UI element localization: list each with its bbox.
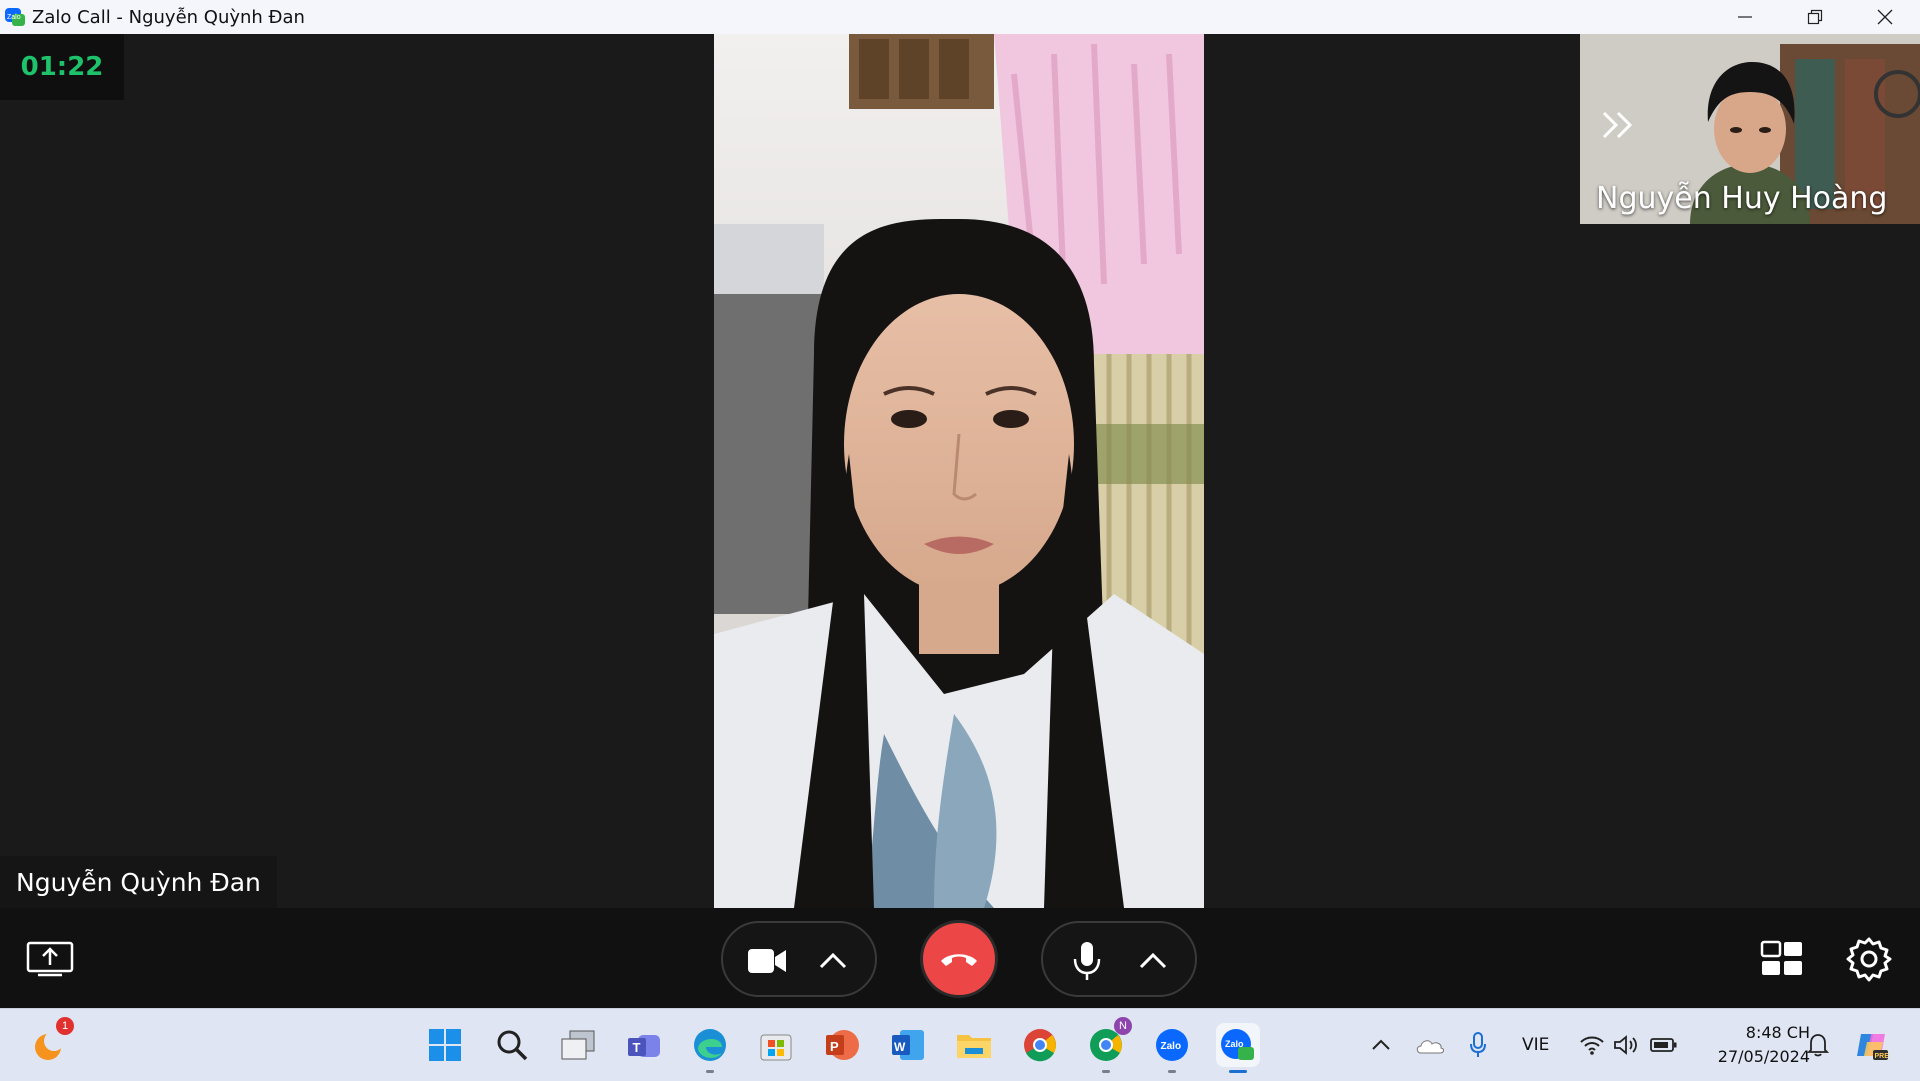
powerpoint-icon: P	[826, 1030, 859, 1060]
layout-button[interactable]	[1760, 940, 1804, 978]
svg-text:PRE: PRE	[1875, 1053, 1890, 1060]
self-name-label: Nguyễn Huy Hoàng	[1596, 181, 1888, 216]
store-icon	[760, 1034, 792, 1061]
title-bar: Zalo Zalo Call - Nguyễn Quỳnh Đan	[0, 0, 1920, 35]
end-call-button[interactable]	[920, 920, 998, 998]
edge-icon	[694, 1029, 726, 1061]
taskbar-start-button[interactable]	[423, 1023, 467, 1067]
microphone-icon	[1470, 1032, 1486, 1057]
taskbar-store-button[interactable]	[754, 1023, 798, 1067]
taskbar-powerpoint-button[interactable]: P	[820, 1023, 864, 1067]
profile-badge: N	[1114, 1017, 1132, 1035]
camera-icon	[748, 949, 786, 973]
window-title: Zalo Call - Nguyễn Quỳnh Đan	[32, 6, 305, 28]
taskbar-clock[interactable]: 8:48 CH 27/05/2024	[1690, 1021, 1810, 1069]
call-controls	[0, 908, 1920, 1008]
layout-grid-icon	[1760, 940, 1802, 975]
minimize-button[interactable]	[1710, 0, 1780, 34]
zalo-icon: Zalo	[1156, 1029, 1188, 1061]
task-view-icon	[561, 1030, 595, 1060]
microphone-icon	[1073, 942, 1101, 980]
share-screen-icon	[26, 941, 74, 977]
settings-button[interactable]	[1846, 936, 1892, 982]
clock-date: 27/05/2024	[1717, 1047, 1810, 1066]
windows-start-icon	[429, 1029, 461, 1061]
call-timer: 01:22	[0, 34, 124, 100]
camera-control-group	[721, 921, 877, 997]
microphone-control-group	[1041, 921, 1197, 997]
teams-icon: T	[628, 1035, 660, 1057]
taskbar-zalo-button[interactable]: Zalo	[1150, 1023, 1194, 1073]
taskbar-search-button[interactable]	[490, 1023, 534, 1067]
close-icon	[1877, 9, 1893, 25]
restore-button[interactable]	[1780, 0, 1850, 34]
minimize-icon	[1738, 16, 1752, 18]
clock-time: 8:48 CH	[1745, 1023, 1810, 1042]
taskbar-weather-widget[interactable]: 1	[26, 1017, 74, 1067]
taskbar-chrome-profile-button[interactable]: N	[1084, 1017, 1132, 1073]
input-language-indicator[interactable]: VIE	[1522, 1035, 1549, 1055]
tray-volume-button[interactable]	[1606, 1023, 1646, 1067]
end-call-icon	[941, 954, 977, 966]
camera-options-button[interactable]	[813, 943, 853, 979]
word-icon: W	[892, 1030, 924, 1060]
running-indicator	[1168, 1070, 1176, 1073]
svg-text:T: T	[633, 1040, 641, 1055]
wifi-icon	[1580, 1036, 1604, 1055]
self-video[interactable]: Nguyễn Huy Hoàng	[1580, 34, 1920, 224]
remote-video-frame	[714, 34, 1204, 908]
remote-name-label: Nguyễn Quỳnh Đan	[0, 856, 277, 908]
gear-icon	[1846, 937, 1892, 982]
taskbar-task-view-button[interactable]	[556, 1023, 600, 1067]
copilot-icon: PRE	[1857, 1034, 1890, 1060]
taskbar-chrome-button[interactable]	[1018, 1023, 1062, 1067]
svg-text:W: W	[894, 1040, 906, 1054]
running-indicator	[706, 1070, 714, 1073]
zalo-call-app-icon: Zalo	[4, 6, 26, 28]
taskbar-zalo-call-button[interactable]: Zalo	[1216, 1023, 1260, 1073]
svg-text:P: P	[830, 1039, 839, 1054]
search-icon	[497, 1030, 528, 1061]
notification-center-button[interactable]	[1798, 1023, 1838, 1067]
tray-microphone-button[interactable]	[1458, 1023, 1498, 1067]
battery-icon	[1650, 1038, 1677, 1052]
tray-onedrive-button[interactable]	[1410, 1023, 1450, 1067]
share-screen-button[interactable]	[26, 941, 74, 977]
bell-icon	[1807, 1034, 1829, 1057]
chevron-up-icon	[1372, 1039, 1390, 1050]
close-button[interactable]	[1850, 0, 1920, 34]
active-indicator	[1229, 1070, 1247, 1073]
taskbar-teams-button[interactable]: T	[622, 1023, 666, 1067]
chevron-up-icon	[819, 952, 847, 969]
notification-badge: 1	[56, 1017, 74, 1035]
folder-icon	[957, 1035, 991, 1058]
taskbar-file-explorer-button[interactable]	[952, 1023, 996, 1067]
chrome-icon	[1024, 1029, 1056, 1062]
collapse-arrows-icon[interactable]	[1602, 110, 1638, 140]
tray-overflow-button[interactable]	[1362, 1023, 1400, 1067]
camera-toggle-button[interactable]	[745, 941, 789, 981]
microphone-toggle-button[interactable]	[1065, 941, 1109, 981]
speaker-icon	[1614, 1035, 1637, 1055]
microphone-options-button[interactable]	[1133, 943, 1173, 979]
remote-video	[714, 34, 1204, 908]
svg-text:Zalo: Zalo	[7, 14, 21, 21]
call-stage: 01:22 Nguyễn Huy Hoàng Nguyễn Quỳnh Đan	[0, 34, 1920, 908]
windows-taskbar: 1 T P W N Zalo Zalo VIE 8:48 CH 27/05/20…	[0, 1008, 1920, 1081]
tray-battery-button[interactable]	[1644, 1023, 1684, 1067]
chevron-up-icon	[1139, 952, 1167, 969]
cloud-icon	[1416, 1040, 1444, 1054]
restore-icon	[1807, 9, 1823, 25]
taskbar-copilot-button[interactable]: PRE	[1850, 1023, 1894, 1067]
taskbar-edge-button[interactable]	[688, 1023, 732, 1073]
running-indicator	[1102, 1070, 1110, 1073]
taskbar-word-button[interactable]: W	[886, 1023, 930, 1067]
svg-text:Zalo: Zalo	[1161, 1041, 1182, 1052]
zalo-call-icon: Zalo	[1221, 1029, 1254, 1060]
